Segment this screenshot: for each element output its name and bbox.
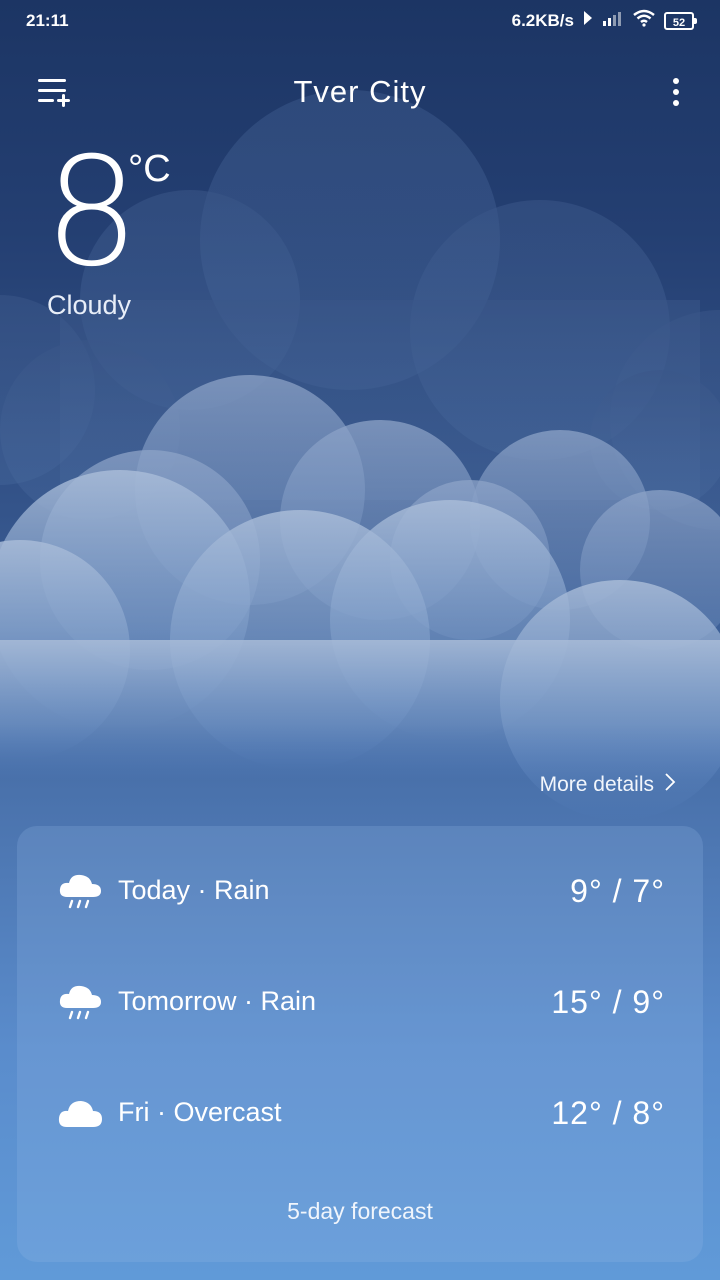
- signal-icon: [602, 10, 624, 31]
- current-condition: Cloudy: [47, 290, 132, 320]
- more-details-link[interactable]: More details: [540, 772, 676, 798]
- more-vert-icon: [672, 77, 680, 112]
- forecast-card: Today · Rain 9° / 7° Tomorrow · Rain 15°…: [17, 826, 703, 1262]
- app-header: Tver City: [0, 62, 720, 124]
- city-title[interactable]: Tver City: [0, 74, 720, 110]
- forecast-day-label: Tomorrow · Rain: [118, 986, 317, 1016]
- forecast-temps: 15° / 9°: [551, 984, 665, 1020]
- forecast-temps: 9° / 7°: [570, 873, 665, 909]
- more-options-button[interactable]: [654, 72, 698, 116]
- bluetooth-icon: [582, 10, 594, 31]
- cloud-rain-icon: [57, 871, 103, 911]
- chevron-right-icon: [664, 772, 676, 798]
- forecast-row-today[interactable]: Today · Rain 9° / 7°: [17, 861, 703, 921]
- status-time: 21:11: [26, 11, 69, 30]
- forecast-row-tomorrow[interactable]: Tomorrow · Rain 15° / 9°: [17, 972, 703, 1032]
- cloud-rain-icon: [57, 982, 103, 1022]
- status-indicators: 6.2KB/s 52: [511, 9, 697, 32]
- cloud-icon: [57, 1093, 103, 1133]
- temperature-unit: °C: [128, 148, 171, 190]
- forecast-day-label: Today · Rain: [118, 875, 270, 905]
- current-temperature: 8 °C: [44, 126, 171, 300]
- forecast-day-label: Fri · Overcast: [118, 1097, 282, 1127]
- network-speed: 6.2KB/s: [511, 10, 574, 30]
- wifi-icon: [632, 9, 656, 32]
- five-day-forecast-button[interactable]: 5-day forecast: [17, 1198, 703, 1225]
- more-details-label: More details: [539, 773, 654, 796]
- forecast-temps: 12° / 8°: [551, 1095, 665, 1131]
- temperature-value: 8: [44, 126, 140, 300]
- battery-icon: 52: [664, 11, 697, 30]
- status-bar: 21:11 6.2KB/s 52: [0, 0, 720, 42]
- forecast-row-fri[interactable]: Fri · Overcast 12° / 8°: [17, 1083, 703, 1143]
